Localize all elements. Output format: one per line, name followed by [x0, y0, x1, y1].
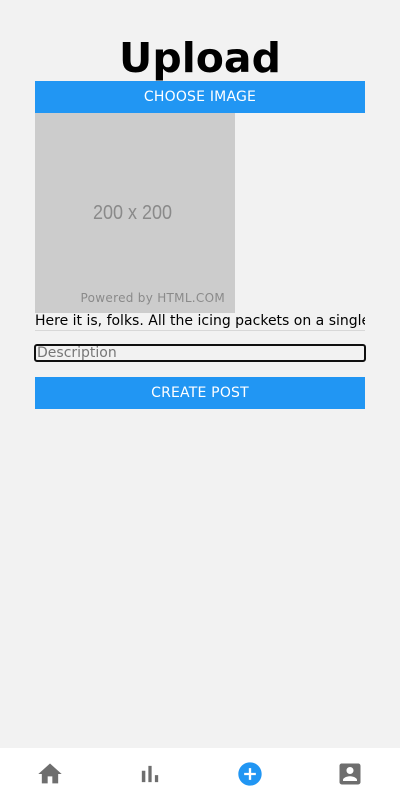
image-size-label: 200 x 200 — [92, 202, 173, 224]
add-circle-icon — [238, 762, 262, 786]
account-box-icon — [339, 763, 361, 785]
choose-image-button[interactable]: CHOOSE IMAGE — [35, 81, 365, 113]
nav-item-home[interactable] — [0, 748, 100, 800]
home-icon — [38, 763, 62, 784]
bar-chart-icon — [141, 765, 159, 783]
image-credit-label: Powered by HTML.COM — [80, 291, 225, 305]
nav-item-upload[interactable] — [200, 748, 300, 800]
bottom-navigation — [0, 748, 400, 800]
nav-item-stats[interactable] — [100, 748, 200, 800]
caption-text: Here it is, folks. All the icing packets… — [35, 313, 365, 331]
nav-item-profile[interactable] — [300, 748, 400, 800]
image-preview: 200 x 200 Powered by HTML.COM — [35, 113, 235, 313]
page-title: Upload — [119, 34, 281, 82]
upload-screen: Upload CHOOSE IMAGE 200 x 200 Powered by… — [0, 0, 400, 748]
create-post-button[interactable]: CREATE POST — [35, 377, 365, 409]
description-input[interactable] — [34, 344, 366, 362]
